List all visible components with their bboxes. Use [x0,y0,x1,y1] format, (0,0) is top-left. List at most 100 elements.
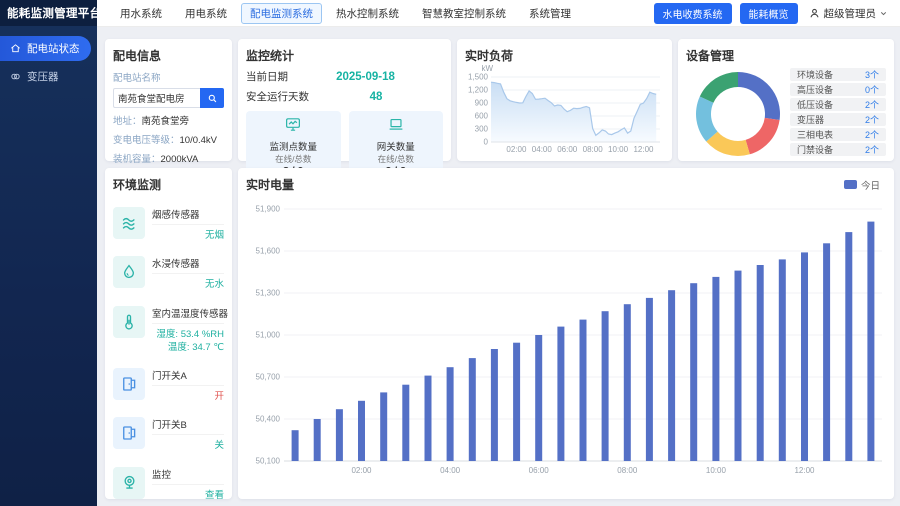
env-item: 室内温湿度传感器湿度: 53.4 %RH温度: 34.7 ℃ [113,306,224,355]
app-title: 能耗监测管理平台 [0,0,97,26]
device-count: 2个 [865,113,879,126]
svg-text:10:00: 10:00 [608,145,629,154]
env-item: 水浸传感器无水 [113,256,224,291]
svg-text:51,000: 51,000 [256,331,281,340]
energy-bar [779,259,786,461]
energy-bar [425,376,432,461]
stat-row-label: 当前日期 [246,69,288,84]
water-sensor-icon [113,256,145,288]
env-sensor-name: 烟感传感器 [152,207,224,225]
info-field: 变电电压等级：10/0.4kV [113,132,224,146]
energy-bar [513,343,520,461]
energy-bar [801,252,808,461]
device-row: 门禁设备 2个 [790,143,886,156]
transformer-icon [10,71,21,82]
svg-text:600: 600 [475,112,489,121]
env-sensor-name: 门开关A [152,368,224,386]
svg-text:02:00: 02:00 [506,145,527,154]
device-list: 环境设备3个高压设备0个低压设备2个变压器2个三相电表2个门禁设备2个 [790,68,886,156]
header-action-2[interactable]: 能耗概览 [740,3,798,24]
user-menu[interactable]: 超级管理员 [808,6,889,21]
info-field: 地址：南苑食堂旁 [113,113,224,127]
energy-bar [491,349,498,461]
device-label: 低压设备 [797,98,833,111]
energy-bar [314,419,321,461]
env-body: 门开关B关 [152,417,224,452]
energy-bar [380,392,387,461]
header-action-1[interactable]: 水电收费系统 [654,3,732,24]
card-realtime-load: 实时负荷 03006009001,2001,500kW02:0004:0006:… [457,39,672,161]
svg-text:kW: kW [481,64,493,73]
device-donut-chart [686,66,790,160]
env-sensor-list: 烟感传感器无烟水浸传感器无水室内温湿度传感器湿度: 53.4 %RH温度: 34… [113,207,224,502]
svg-text:02:00: 02:00 [351,466,372,475]
device-wrap: 环境设备3个高压设备0个低压设备2个变压器2个三相电表2个门禁设备2个 [686,66,886,160]
device-label: 变压器 [797,113,824,126]
device-count: 2个 [865,143,879,156]
env-body: 门开关A开 [152,368,224,403]
device-count: 0个 [865,83,879,96]
donut-segment[interactable] [738,72,780,120]
smoke-sensor-icon [113,207,145,239]
svg-text:12:00: 12:00 [633,145,654,154]
env-sensor-name: 室内温湿度传感器 [152,306,224,324]
svg-text:06:00: 06:00 [557,145,578,154]
device-row: 环境设备3个 [790,68,886,81]
sidebar-item-2[interactable]: 变压器 [0,64,91,89]
header-right: 水电收费系统能耗概览 超级管理员 [654,3,889,24]
device-row: 高压设备0个 [790,83,886,96]
sidebar-item-1[interactable]: 配电站状态 [0,36,91,61]
info-field-value: 南苑食堂旁 [142,116,190,127]
env-sensor-name: 门开关B [152,417,224,435]
tab-3[interactable]: 配电监测系统 [241,3,322,24]
legend-color-swatch [844,180,857,189]
tab-1[interactable]: 用水系统 [111,3,171,24]
search-button[interactable] [200,88,224,108]
env-body: 室内温湿度传感器湿度: 53.4 %RH温度: 34.7 ℃ [152,306,224,355]
energy-bar-chart: 50,10050,40050,70051,00051,30051,60051,9… [246,193,886,489]
tab-5[interactable]: 智慧教室控制系统 [413,3,515,24]
energy-bar [469,358,476,461]
stat-box-sub: 在线/总数 [246,153,341,165]
card-realtime-energy: 实时电量 今日 50,10050,40050,70051,00051,30051… [238,168,894,499]
stat-row: 安全运行天数48 [246,89,443,104]
donut-segment[interactable] [746,118,780,154]
card-title-env: 环境监测 [113,176,224,193]
device-row: 三相电表2个 [790,128,886,141]
energy-header: 实时电量 今日 [246,176,886,193]
tab-2[interactable]: 用电系统 [176,3,236,24]
sidebar-item-label: 变压器 [27,69,59,84]
info-field-value: 10/0.4kV [180,135,218,146]
info-field-label: 装机容量： [113,154,161,165]
legend-today[interactable]: 今日 [844,178,880,192]
stat-row-label: 安全运行天数 [246,89,309,104]
tab-6[interactable]: 系统管理 [520,3,580,24]
env-sensor-status[interactable]: 查看 [152,485,224,502]
camera-icon [113,467,145,499]
info-field-label: 变电电压等级： [113,135,180,146]
info-field-label: 地址： [113,116,142,127]
device-label: 门禁设备 [797,143,833,156]
stat-box-name: 监测点数量 [246,139,341,153]
env-item: 烟感传感器无烟 [113,207,224,242]
card-title-energy: 实时电量 [246,176,294,193]
env-sensor-name: 监控 [152,467,224,485]
stat-row: 当前日期2025-09-18 [246,69,443,84]
energy-bar [336,409,343,461]
station-name-label: 配电站名称 [113,70,224,84]
svg-text:12:00: 12:00 [794,466,815,475]
svg-text:10:00: 10:00 [706,466,727,475]
env-sensor-status: 无烟 [152,225,224,242]
chevron-down-icon [879,9,888,18]
device-row: 低压设备2个 [790,98,886,111]
station-name-input[interactable] [113,88,200,108]
env-body: 监控查看 [152,467,224,502]
env-sensor-name: 水浸传感器 [152,256,224,274]
tab-4[interactable]: 热水控制系统 [327,3,408,24]
energy-bar [602,311,609,461]
energy-bar [358,401,365,461]
donut-segment[interactable] [700,72,738,103]
stat-box-sub: 在线/总数 [349,153,444,165]
svg-text:08:00: 08:00 [583,145,604,154]
card-title-devices: 设备管理 [686,47,886,64]
